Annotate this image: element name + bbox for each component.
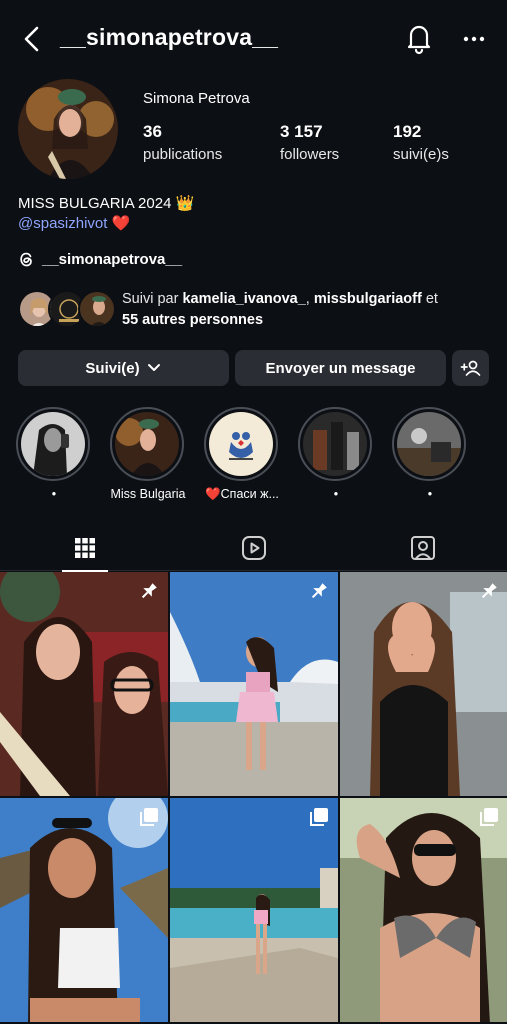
profile-display-name: Simona Petrova — [143, 90, 250, 107]
post-thumbnail[interactable] — [0, 798, 168, 1022]
following-count: 192 — [393, 122, 422, 141]
highlight-cover — [397, 412, 461, 476]
mutual-followers-avatars[interactable] — [18, 290, 116, 328]
post-thumbnail[interactable] — [340, 572, 507, 796]
notifications-button[interactable] — [402, 20, 436, 56]
highlight-label: • — [427, 487, 433, 501]
highlight-ring — [392, 407, 466, 481]
highlight-cover — [303, 412, 367, 476]
posts-stat[interactable]: 36 publications — [143, 122, 222, 163]
top-bar: __simonapetrova__ — [0, 0, 507, 80]
followed-by-prefix: Suivi par — [122, 291, 183, 307]
followed-by-separator: , — [305, 291, 314, 307]
following-button[interactable]: Suivi(e) — [18, 350, 229, 386]
carousel-icon — [310, 808, 328, 826]
pinned-icon — [311, 583, 327, 599]
more-options-button[interactable] — [458, 26, 490, 52]
grid-icon — [74, 538, 95, 558]
post-thumbnail[interactable] — [0, 572, 168, 796]
threads-handle: __simonapetrova__ — [42, 250, 183, 268]
highlight-ring — [298, 407, 372, 481]
following-stat[interactable]: 192 suivi(e)s — [393, 122, 449, 163]
bell-icon — [407, 25, 431, 55]
threads-icon — [20, 252, 32, 267]
story-highlight[interactable]: Miss Bulgaria — [110, 407, 186, 501]
post-image — [170, 572, 338, 796]
story-highlight[interactable]: • — [16, 407, 92, 501]
followed-by-text[interactable]: Suivi par kamelia_ivanova_, missbulgaria… — [122, 289, 492, 331]
post-image — [0, 572, 168, 796]
back-button[interactable] — [18, 22, 48, 56]
highlight-ring — [16, 407, 90, 481]
highlight-ring — [110, 407, 184, 481]
pinned-icon — [481, 583, 497, 599]
post-image — [0, 798, 168, 1022]
highlight-cover — [21, 412, 85, 476]
tagged-icon — [410, 536, 435, 560]
post-thumbnail[interactable] — [170, 572, 338, 796]
post-image — [340, 572, 507, 796]
carousel-icon — [140, 808, 158, 826]
tab-tagged[interactable] — [338, 525, 507, 571]
following-button-label: Suivi(e) — [85, 359, 140, 377]
post-thumbnail[interactable] — [170, 798, 338, 1022]
followed-by-user: missbulgariaoff — [313, 291, 422, 307]
story-highlight[interactable]: • — [392, 407, 468, 501]
mutual-avatar — [78, 290, 116, 328]
highlight-cover — [115, 412, 179, 476]
post-image — [170, 798, 338, 1022]
followers-stat[interactable]: 3 157 followers — [280, 122, 339, 163]
threads-link[interactable]: __simonapetrova__ — [18, 249, 182, 269]
avatar-photo — [18, 79, 118, 179]
post-thumbnail[interactable] — [340, 798, 507, 1022]
tab-reels[interactable] — [169, 525, 338, 571]
profile-avatar[interactable] — [18, 79, 118, 179]
posts-label: publications — [143, 146, 223, 163]
highlight-ring — [204, 407, 278, 481]
followed-by-user: kamelia_ivanova_ — [182, 291, 306, 307]
message-button[interactable]: Envoyer un message — [235, 350, 446, 386]
profile-username: __simonapetrova__ — [60, 24, 279, 50]
followers-count: 3 157 — [280, 122, 323, 141]
following-label: suivi(e)s — [393, 146, 449, 163]
story-highlight[interactable]: ❤️Спаси ж... — [204, 407, 280, 501]
message-button-label: Envoyer un message — [265, 359, 416, 377]
post-image — [340, 798, 507, 1022]
suggest-people-button[interactable] — [452, 350, 489, 386]
carousel-icon — [480, 808, 498, 826]
posts-grid — [0, 572, 507, 1024]
followed-by-conjunction: et — [421, 291, 438, 307]
more-horizontal-icon — [463, 36, 485, 42]
reels-icon — [241, 536, 266, 560]
bio-mention-link[interactable]: @spasizhivot ❤️ — [18, 214, 130, 232]
followed-by-others: 55 autres personnes — [122, 312, 264, 328]
add-person-icon — [460, 360, 480, 376]
bio-title: MISS BULGARIA 2024 👑 — [18, 195, 195, 212]
story-highlight[interactable]: • — [298, 407, 374, 501]
profile-tabs — [0, 525, 507, 572]
chevron-down-icon — [147, 364, 160, 371]
pinned-icon — [141, 583, 157, 599]
followers-label: followers — [280, 146, 340, 163]
highlight-cover — [209, 412, 273, 476]
posts-count: 36 — [143, 122, 162, 141]
chevron-left-icon — [24, 26, 39, 52]
tab-posts-grid[interactable] — [0, 525, 169, 572]
